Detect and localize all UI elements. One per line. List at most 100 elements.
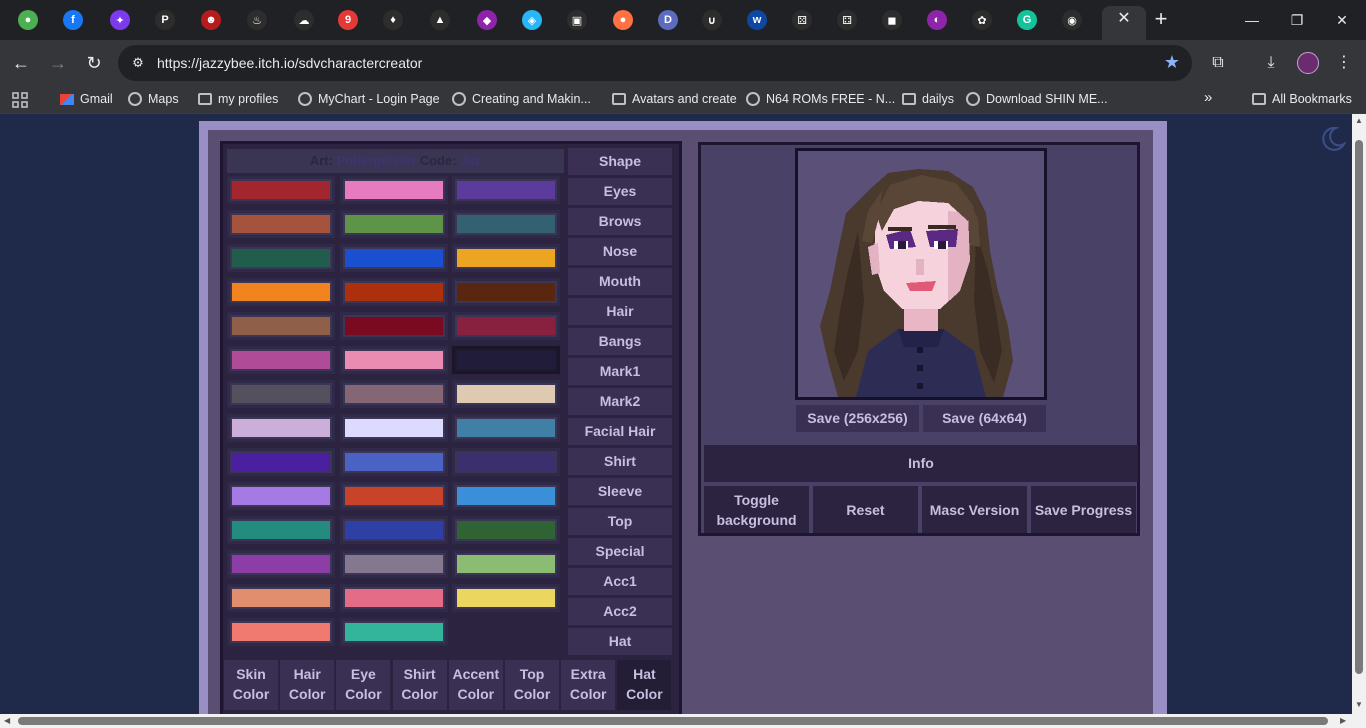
menu-icon[interactable]: ⋮: [1332, 51, 1356, 75]
bookmark-8[interactable]: dailys: [902, 92, 954, 106]
scroll-left-icon[interactable]: ◀: [4, 716, 10, 725]
color-swatch[interactable]: [340, 584, 448, 612]
tab-hat-color[interactable]: Hat Color: [617, 660, 672, 710]
url-text[interactable]: https://jazzybee.itch.io/sdvcharactercre…: [157, 55, 422, 71]
close-window-icon[interactable]: ✕: [1330, 8, 1354, 32]
facebook-icon[interactable]: f: [63, 10, 83, 30]
color-swatch[interactable]: [340, 278, 448, 306]
color-swatch[interactable]: [340, 550, 448, 578]
p-app-icon[interactable]: P: [155, 10, 175, 30]
color-swatch[interactable]: [227, 380, 335, 408]
color-swatch[interactable]: [452, 312, 560, 340]
chat-icon[interactable]: ▣: [567, 10, 587, 30]
bookmark-3[interactable]: my profiles: [198, 92, 278, 106]
avatar[interactable]: [1297, 52, 1319, 74]
category-special-button[interactable]: Special: [568, 538, 672, 565]
category-mark1-button[interactable]: Mark1: [568, 358, 672, 385]
minimize-icon[interactable]: —: [1240, 8, 1264, 32]
triangle-icon[interactable]: ▲: [430, 10, 450, 30]
reset-button[interactable]: Reset: [813, 486, 918, 533]
color-swatch[interactable]: [340, 244, 448, 272]
w-app-icon[interactable]: w: [747, 10, 767, 30]
category-top-button[interactable]: Top: [568, 508, 672, 535]
color-swatch[interactable]: [340, 618, 448, 646]
toggle-button[interactable]: Toggle background: [704, 486, 809, 533]
category-mouth-button[interactable]: Mouth: [568, 268, 672, 295]
save-progress-button[interactable]: Save Progress: [1031, 486, 1136, 533]
color-swatch[interactable]: [340, 312, 448, 340]
d-app-icon[interactable]: D: [658, 10, 678, 30]
globe-icon[interactable]: ●: [18, 10, 38, 30]
color-swatch[interactable]: [227, 176, 335, 204]
category-eyes-button[interactable]: Eyes: [568, 178, 672, 205]
color-swatch[interactable]: [227, 414, 335, 442]
bookmark-5[interactable]: Creating and Makin...: [452, 92, 591, 106]
reload-icon[interactable]: ↻: [81, 50, 107, 76]
badge-icon[interactable]: 9: [338, 10, 358, 30]
art-credit-name[interactable]: Poltergeister: [337, 153, 416, 168]
tab-skin-color[interactable]: Skin Color: [224, 660, 278, 710]
category-nose-button[interactable]: Nose: [568, 238, 672, 265]
site-info-icon[interactable]: ⚙: [128, 53, 148, 73]
category-shirt-button[interactable]: Shirt: [568, 448, 672, 475]
dice-icon[interactable]: ⚄: [792, 10, 812, 30]
color-swatch[interactable]: [452, 584, 560, 612]
category-mark2-button[interactable]: Mark2: [568, 388, 672, 415]
orange-app-icon[interactable]: ●: [613, 10, 633, 30]
ninja-icon[interactable]: ☻: [201, 10, 221, 30]
color-swatch[interactable]: [227, 550, 335, 578]
category-shape-button[interactable]: Shape: [568, 148, 672, 175]
color-swatch[interactable]: [452, 278, 560, 306]
grammarly-icon[interactable]: G: [1017, 10, 1037, 30]
color-swatch[interactable]: [452, 550, 560, 578]
color-swatch[interactable]: [227, 618, 335, 646]
info-button[interactable]: Info: [704, 445, 1138, 482]
category-hat-button[interactable]: Hat: [568, 628, 672, 655]
ghost-icon[interactable]: ☁: [294, 10, 314, 30]
color-swatch[interactable]: [452, 176, 560, 204]
bookmark-9[interactable]: Download SHIN ME...: [966, 92, 1108, 106]
category-hair-button[interactable]: Hair: [568, 298, 672, 325]
color-swatch[interactable]: [452, 346, 560, 374]
back-icon[interactable]: ←: [8, 50, 34, 76]
address-bar[interactable]: ⚙ https://jazzybee.itch.io/sdvcharacterc…: [118, 45, 1192, 81]
color-swatch[interactable]: [452, 380, 560, 408]
color-swatch[interactable]: [227, 278, 335, 306]
tab-extra-color[interactable]: Extra Color: [561, 660, 616, 710]
restore-icon[interactable]: ❐: [1285, 8, 1309, 32]
category-sleeve-button[interactable]: Sleeve: [568, 478, 672, 505]
swan-icon[interactable]: ♦: [383, 10, 403, 30]
color-swatch[interactable]: [227, 346, 335, 374]
bookmark-6[interactable]: Avatars and create: [612, 92, 737, 106]
forward-icon[interactable]: →: [45, 50, 71, 76]
category-bangs-button[interactable]: Bangs: [568, 328, 672, 355]
color-swatch[interactable]: [340, 176, 448, 204]
color-swatch[interactable]: [340, 448, 448, 476]
all-bookmarks[interactable]: All Bookmarks: [1252, 92, 1352, 106]
color-swatch[interactable]: [452, 210, 560, 238]
color-swatch[interactable]: [452, 482, 560, 510]
hook-icon[interactable]: ∪: [702, 10, 722, 30]
vertical-scrollbar[interactable]: ▲ ▼: [1352, 114, 1366, 714]
color-swatch[interactable]: [340, 346, 448, 374]
star-app-icon[interactable]: ✦: [110, 10, 130, 30]
color-swatch[interactable]: [340, 210, 448, 238]
code-credit-name[interactable]: Jaz: [460, 153, 481, 168]
category-acc2-button[interactable]: Acc2: [568, 598, 672, 625]
bookmark-star-icon[interactable]: ★: [1164, 52, 1180, 73]
cube-icon[interactable]: ◈: [522, 10, 542, 30]
color-swatch[interactable]: [452, 516, 560, 544]
bookmark-4[interactable]: MyChart - Login Page: [298, 92, 440, 106]
dark-mode-moon-icon[interactable]: [1320, 126, 1346, 152]
category-brows-button[interactable]: Brows: [568, 208, 672, 235]
shield-mask-icon[interactable]: ◉: [1062, 10, 1082, 30]
color-swatch[interactable]: [227, 244, 335, 272]
category-acc1-button[interactable]: Acc1: [568, 568, 672, 595]
save-64-button[interactable]: Save (64x64): [923, 405, 1046, 432]
color-swatch[interactable]: [227, 516, 335, 544]
horizontal-scroll-thumb[interactable]: [18, 717, 1328, 725]
tab-accent-color[interactable]: Accent Color: [448, 660, 503, 710]
color-swatch[interactable]: [227, 448, 335, 476]
bookmark-2[interactable]: Maps: [128, 92, 179, 106]
color-swatch[interactable]: [452, 244, 560, 272]
